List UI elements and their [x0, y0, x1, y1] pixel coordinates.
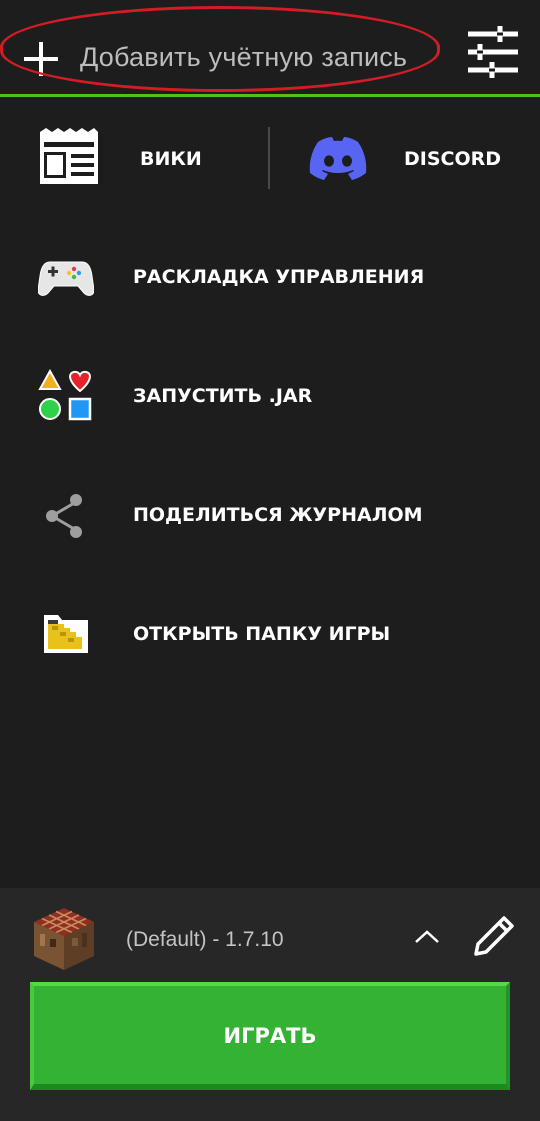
version-label: (Default) - 1.7.10: [126, 928, 284, 951]
menu-item-label: ПОДЕЛИТЬСЯ ЖУРНАЛОМ: [133, 504, 423, 526]
bottom-panel: (Default) - 1.7.10 ИГРАТЬ: [0, 888, 540, 1121]
wiki-label: ВИКИ: [140, 148, 202, 170]
folder-icon: [44, 615, 88, 653]
discord-button[interactable]: DISCORD: [280, 118, 540, 200]
discord-icon: [309, 137, 367, 180]
menu-item-label: РАСКЛАДКА УПРАВЛЕНИЯ: [133, 266, 425, 288]
menu-item-open-game-folder[interactable]: ОТКРЫТЬ ПАПКУ ИГРЫ: [0, 589, 540, 679]
discord-label: DISCORD: [404, 148, 502, 170]
crafting-table-icon: [34, 908, 94, 970]
menu-item-control-layout[interactable]: РАСКЛАДКА УПРАВЛЕНИЯ: [0, 232, 540, 322]
play-label: ИГРАТЬ: [223, 1024, 317, 1048]
add-account-button[interactable]: Добавить учётную запись: [0, 6, 442, 94]
play-button[interactable]: ИГРАТЬ: [30, 982, 510, 1090]
menu-item-share-log[interactable]: ПОДЕЛИТЬСЯ ЖУРНАЛОМ: [0, 470, 540, 560]
settings-sliders-icon[interactable]: [462, 24, 524, 80]
accent-line: [0, 94, 540, 97]
chevron-up-icon[interactable]: [410, 922, 444, 952]
plus-icon: [24, 42, 58, 76]
newspaper-icon: [40, 128, 98, 184]
shapes-icon: [38, 369, 92, 421]
menu-item-label: ЗАПУСТИТЬ .JAR: [133, 385, 313, 407]
pencil-icon[interactable]: [470, 912, 518, 960]
share-icon: [46, 494, 82, 538]
gamepad-icon: [38, 261, 94, 296]
top-bar: Добавить учётную запись: [0, 0, 540, 97]
links-divider: [268, 127, 270, 189]
wiki-button[interactable]: ВИКИ: [0, 118, 262, 200]
menu-item-label: ОТКРЫТЬ ПАПКУ ИГРЫ: [133, 623, 391, 645]
menu-item-run-jar[interactable]: ЗАПУСТИТЬ .JAR: [0, 351, 540, 441]
add-account-label: Добавить учётную запись: [80, 42, 408, 72]
